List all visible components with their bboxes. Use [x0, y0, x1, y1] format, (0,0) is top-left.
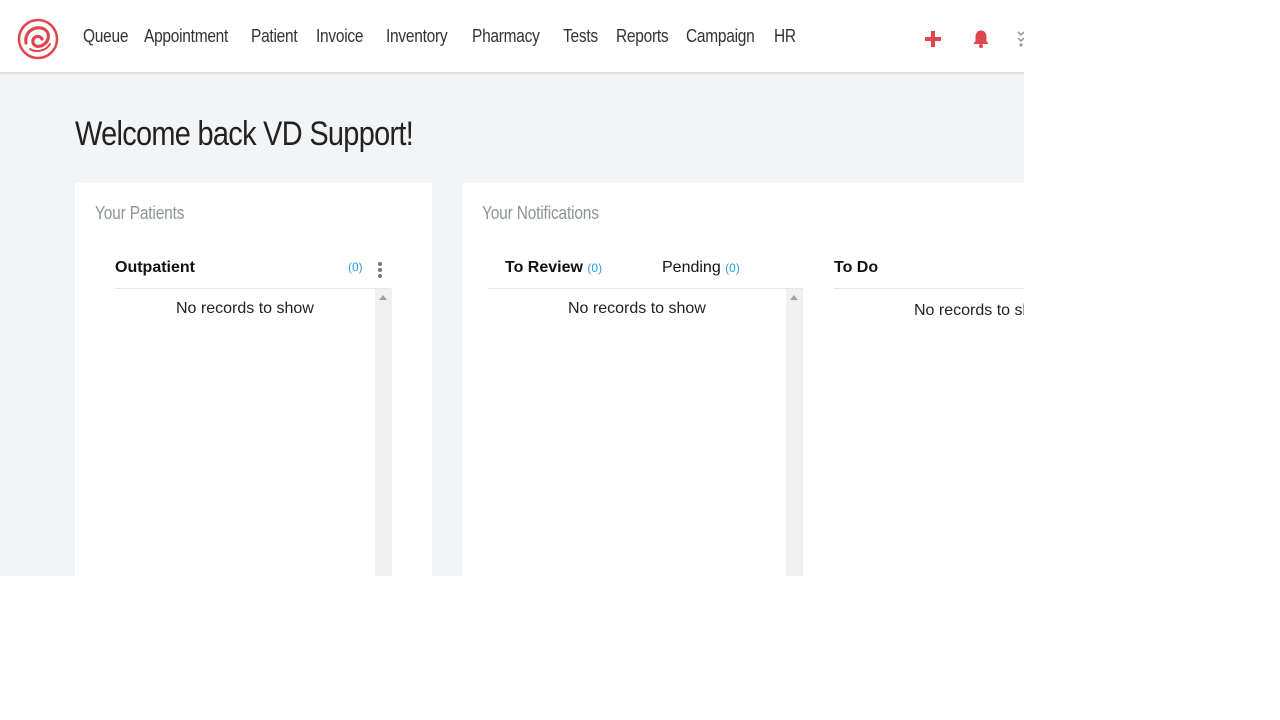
nav-queue[interactable]: Queue [83, 26, 128, 47]
patients-empty-message: No records to show [176, 300, 314, 317]
pending-count: (0) [725, 261, 740, 275]
scroll-up-arrow-icon[interactable] [790, 295, 798, 300]
list-divider [488, 288, 803, 289]
to-review-count: (0) [587, 261, 603, 275]
nav-patient[interactable]: Patient [251, 26, 298, 47]
nav-pharmacy[interactable]: Pharmacy [472, 26, 540, 47]
top-navigation-bar: Queue Appointment Patient Invoice Invent… [0, 0, 1024, 73]
clinic-logo-icon[interactable] [16, 17, 60, 61]
pending-label: Pending [662, 259, 721, 276]
list-divider [115, 288, 391, 289]
to-review-label: To Review [505, 259, 583, 276]
more-icon[interactable] [1015, 29, 1024, 49]
patients-scrollbar[interactable] [375, 289, 392, 576]
tab-outpatient[interactable]: Outpatient [115, 259, 195, 277]
outpatient-count: (0) [348, 260, 363, 274]
nav-campaign[interactable]: Campaign [686, 26, 755, 47]
tab-pending[interactable]: Pending (0) [662, 259, 740, 277]
kebab-menu-icon[interactable] [375, 262, 385, 280]
nav-invoice[interactable]: Invoice [316, 26, 364, 47]
notifications-card: Your Notifications To Review (0) Pending… [462, 183, 1024, 576]
tab-to-do[interactable]: To Do [834, 259, 878, 277]
app-viewport: Queue Appointment Patient Invoice Invent… [0, 0, 1024, 576]
nav-hr[interactable]: HR [774, 26, 796, 47]
tab-to-review[interactable]: To Review (0) [505, 259, 602, 277]
notifications-card-title: Your Notifications [482, 203, 599, 223]
todo-empty-message: No records to show [914, 302, 1024, 319]
bell-icon[interactable] [972, 29, 990, 49]
patients-card: Your Patients Outpatient (0) No records … [75, 183, 432, 576]
nav-inventory[interactable]: Inventory [386, 26, 448, 47]
patients-card-title: Your Patients [95, 203, 185, 223]
plus-icon[interactable] [923, 29, 943, 49]
notifications-scrollbar[interactable] [786, 289, 803, 576]
nav-reports[interactable]: Reports [616, 26, 669, 47]
notifications-empty-message: No records to show [568, 300, 706, 317]
scroll-up-arrow-icon[interactable] [379, 295, 387, 300]
welcome-heading: Welcome back VD Support! [75, 115, 414, 153]
nav-appointment[interactable]: Appointment [144, 26, 228, 47]
nav-tests[interactable]: Tests [563, 26, 598, 47]
list-divider [834, 288, 1024, 289]
